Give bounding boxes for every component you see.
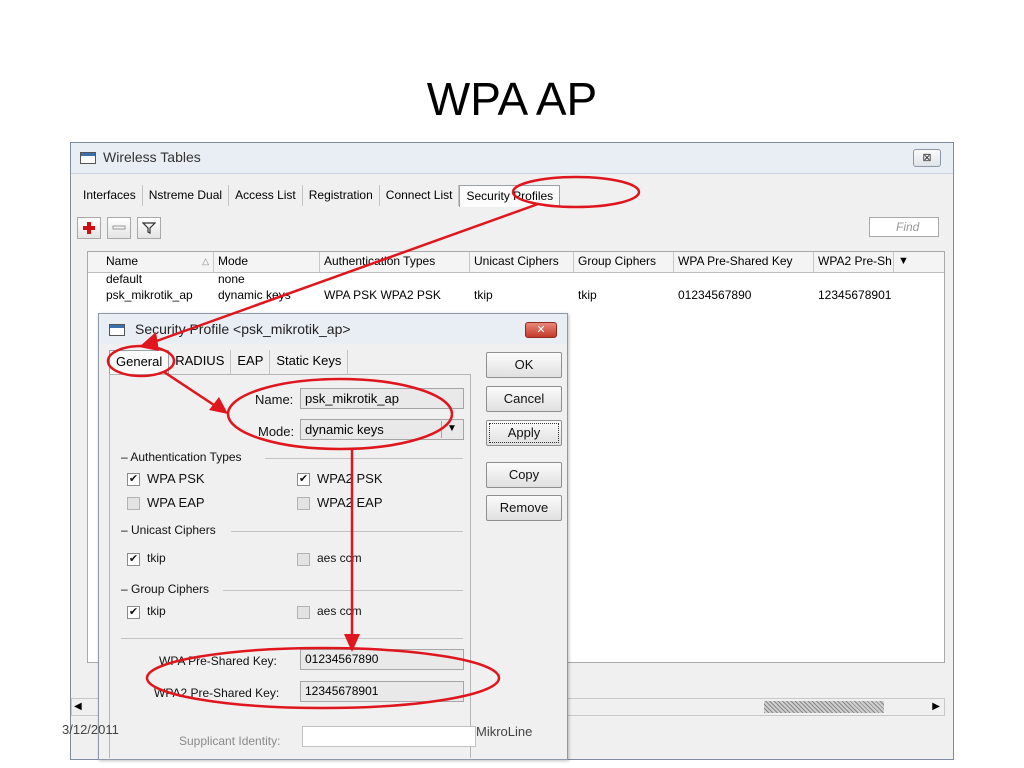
annotation-ellipse-general-tab bbox=[106, 344, 176, 378]
annotation-arrowhead-name-mode bbox=[209, 397, 228, 414]
annotation-ellipse-name-mode bbox=[226, 377, 454, 451]
annotation-ellipse-security-profiles bbox=[511, 175, 641, 209]
annotation-arrow-to-name-mode bbox=[163, 370, 221, 411]
annotation-overlay bbox=[106, 175, 641, 710]
annotation-arrow-to-general bbox=[150, 202, 539, 345]
annotation-arrowhead-general bbox=[139, 332, 159, 351]
annotation-ellipse-keys bbox=[145, 646, 501, 710]
